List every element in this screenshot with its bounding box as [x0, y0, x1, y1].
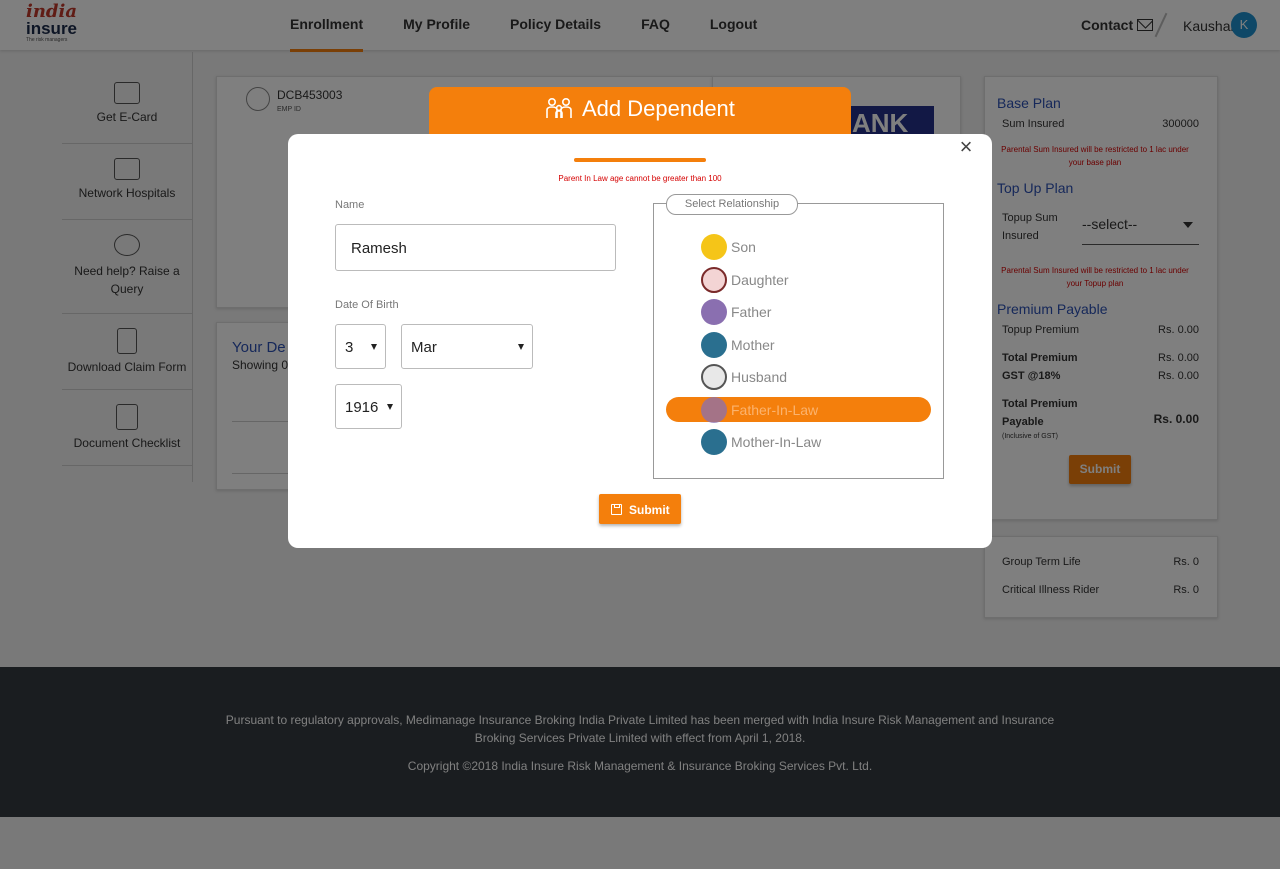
- relationship-label: Mother-In-Law: [731, 434, 822, 450]
- relationship-label: Husband: [731, 369, 788, 385]
- daughter-avatar-icon: [701, 267, 727, 293]
- modal-title: Add Dependent: [582, 96, 735, 121]
- relationship-option-father[interactable]: Father: [701, 299, 771, 325]
- chevron-down-icon: [371, 344, 377, 350]
- form-progress-fill: [574, 158, 706, 162]
- form-progress-bar: [574, 158, 706, 162]
- mother-avatar-icon: [701, 332, 727, 358]
- father-in-law-avatar-icon: [701, 397, 727, 423]
- father-avatar-icon: [701, 299, 727, 325]
- relationship-label: Mother: [731, 337, 775, 353]
- submit-label: Submit: [629, 503, 670, 517]
- dob-label: Date Of Birth: [335, 299, 399, 311]
- relationship-option-daughter[interactable]: Daughter: [701, 267, 789, 293]
- dob-year-select[interactable]: 1916: [335, 384, 402, 429]
- family-icon: [546, 97, 572, 118]
- dob-day-value: 3: [345, 339, 354, 356]
- dob-month-value: Mar: [411, 339, 437, 356]
- dob-year-value: 1916: [345, 399, 379, 416]
- relationship-label: Daughter: [731, 272, 789, 288]
- relationship-option-son[interactable]: Son: [701, 234, 756, 260]
- son-avatar-icon: [701, 234, 727, 260]
- relationship-legend: Select Relationship: [666, 194, 798, 215]
- name-label: Name: [335, 199, 365, 211]
- relationship-label: Father-In-Law: [731, 402, 819, 418]
- submit-button[interactable]: Submit: [599, 494, 681, 524]
- close-icon[interactable]: ×: [958, 136, 974, 158]
- relationship-option-husband[interactable]: Husband: [701, 364, 787, 390]
- relationship-label: Father: [731, 304, 772, 320]
- relationship-option-mother-in-law[interactable]: Mother-In-Law: [701, 429, 821, 455]
- husband-avatar-icon: [701, 364, 727, 390]
- modal-title-bar: Add Dependent: [429, 87, 851, 139]
- chevron-down-icon: [518, 344, 524, 350]
- save-icon: [611, 504, 622, 515]
- relationship-option-father-in-law[interactable]: Father-In-Law: [701, 397, 818, 423]
- relationship-label: Son: [731, 239, 756, 255]
- mother-in-law-avatar-icon: [701, 429, 727, 455]
- chevron-down-icon: [387, 404, 393, 410]
- dob-month-select[interactable]: Mar: [401, 324, 533, 369]
- relationship-option-mother[interactable]: Mother: [701, 332, 775, 358]
- validation-error: Parent In Law age cannot be greater than…: [558, 174, 722, 183]
- dob-day-select[interactable]: 3: [335, 324, 386, 369]
- name-input[interactable]: Ramesh: [335, 224, 616, 271]
